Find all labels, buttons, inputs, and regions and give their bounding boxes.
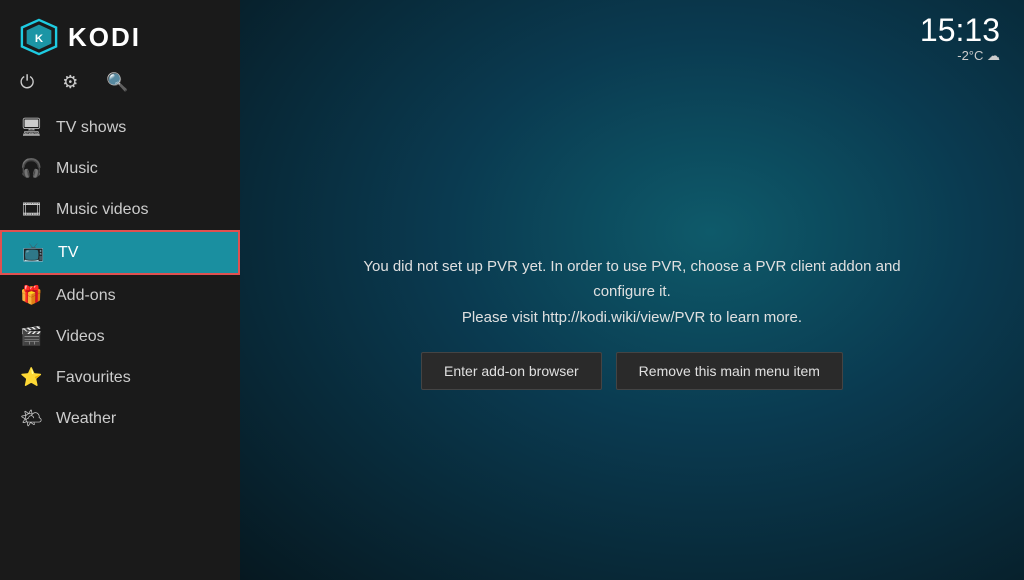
remove-menu-item-button[interactable]: Remove this main menu item — [616, 352, 843, 390]
weather-icon: 🌤 — [20, 408, 42, 429]
tv-shows-icon: 🖥 — [20, 117, 42, 138]
sidebar-item-label: Add-ons — [56, 287, 116, 305]
sidebar-item-music-videos[interactable]: 🎞 Music videos — [0, 189, 240, 230]
sidebar-item-label: Music — [56, 160, 98, 178]
pvr-message-line1: You did not set up PVR yet. In order to … — [363, 258, 900, 301]
pvr-message-text: You did not set up PVR yet. In order to … — [332, 254, 932, 331]
sidebar-item-add-ons[interactable]: 🎁 Add-ons — [0, 275, 240, 316]
favourites-icon: ⭐ — [20, 367, 42, 388]
sidebar-item-weather[interactable]: 🌤 Weather — [0, 398, 240, 439]
clock-area: 15:13 -2°C ☁ — [920, 14, 1000, 64]
music-icon: 🎧 — [20, 158, 42, 179]
addons-icon: 🎁 — [20, 285, 42, 306]
logo-area: K KODI — [0, 0, 240, 66]
pvr-buttons: Enter add-on browser Remove this main me… — [421, 352, 843, 390]
weather-info: -2°C ☁ — [920, 48, 1000, 64]
sidebar-item-music[interactable]: 🎧 Music — [0, 148, 240, 189]
sidebar-item-label: Favourites — [56, 369, 131, 387]
kodi-logo-icon: K — [20, 18, 58, 56]
clock-time: 15:13 — [920, 14, 1000, 46]
settings-icon[interactable]: ⚙ — [62, 72, 78, 93]
sidebar-item-tv-shows[interactable]: 🖥 TV shows — [0, 107, 240, 148]
app-title: KODI — [68, 22, 141, 53]
sidebar-item-label: Videos — [56, 328, 105, 346]
videos-icon: 🎬 — [20, 326, 42, 347]
enter-addon-browser-button[interactable]: Enter add-on browser — [421, 352, 602, 390]
sidebar: K KODI ⏻ ⚙ 🔍 🖥 TV shows 🎧 Music 🎞 Music … — [0, 0, 240, 580]
main-nav: 🖥 TV shows 🎧 Music 🎞 Music videos 📺 TV 🎁… — [0, 107, 240, 439]
pvr-message-area: You did not set up PVR yet. In order to … — [240, 64, 1024, 580]
music-videos-icon: 🎞 — [20, 199, 42, 220]
svg-text:K: K — [35, 33, 44, 45]
sidebar-item-label: TV shows — [56, 119, 126, 137]
top-bar: 15:13 -2°C ☁ — [240, 0, 1024, 64]
sidebar-item-label: Weather — [56, 410, 116, 428]
power-icon[interactable]: ⏻ — [20, 72, 34, 93]
search-icon[interactable]: 🔍 — [106, 72, 128, 93]
sidebar-item-label: Music videos — [56, 201, 148, 219]
sidebar-item-videos[interactable]: 🎬 Videos — [0, 316, 240, 357]
top-icons-bar: ⏻ ⚙ 🔍 — [0, 66, 240, 107]
sidebar-item-tv[interactable]: 📺 TV — [0, 230, 240, 275]
pvr-message-line2: Please visit http://kodi.wiki/view/PVR t… — [462, 309, 802, 326]
tv-icon: 📺 — [22, 242, 44, 263]
main-content: 15:13 -2°C ☁ You did not set up PVR yet.… — [240, 0, 1024, 580]
sidebar-item-label: TV — [58, 244, 78, 262]
sidebar-item-favourites[interactable]: ⭐ Favourites — [0, 357, 240, 398]
